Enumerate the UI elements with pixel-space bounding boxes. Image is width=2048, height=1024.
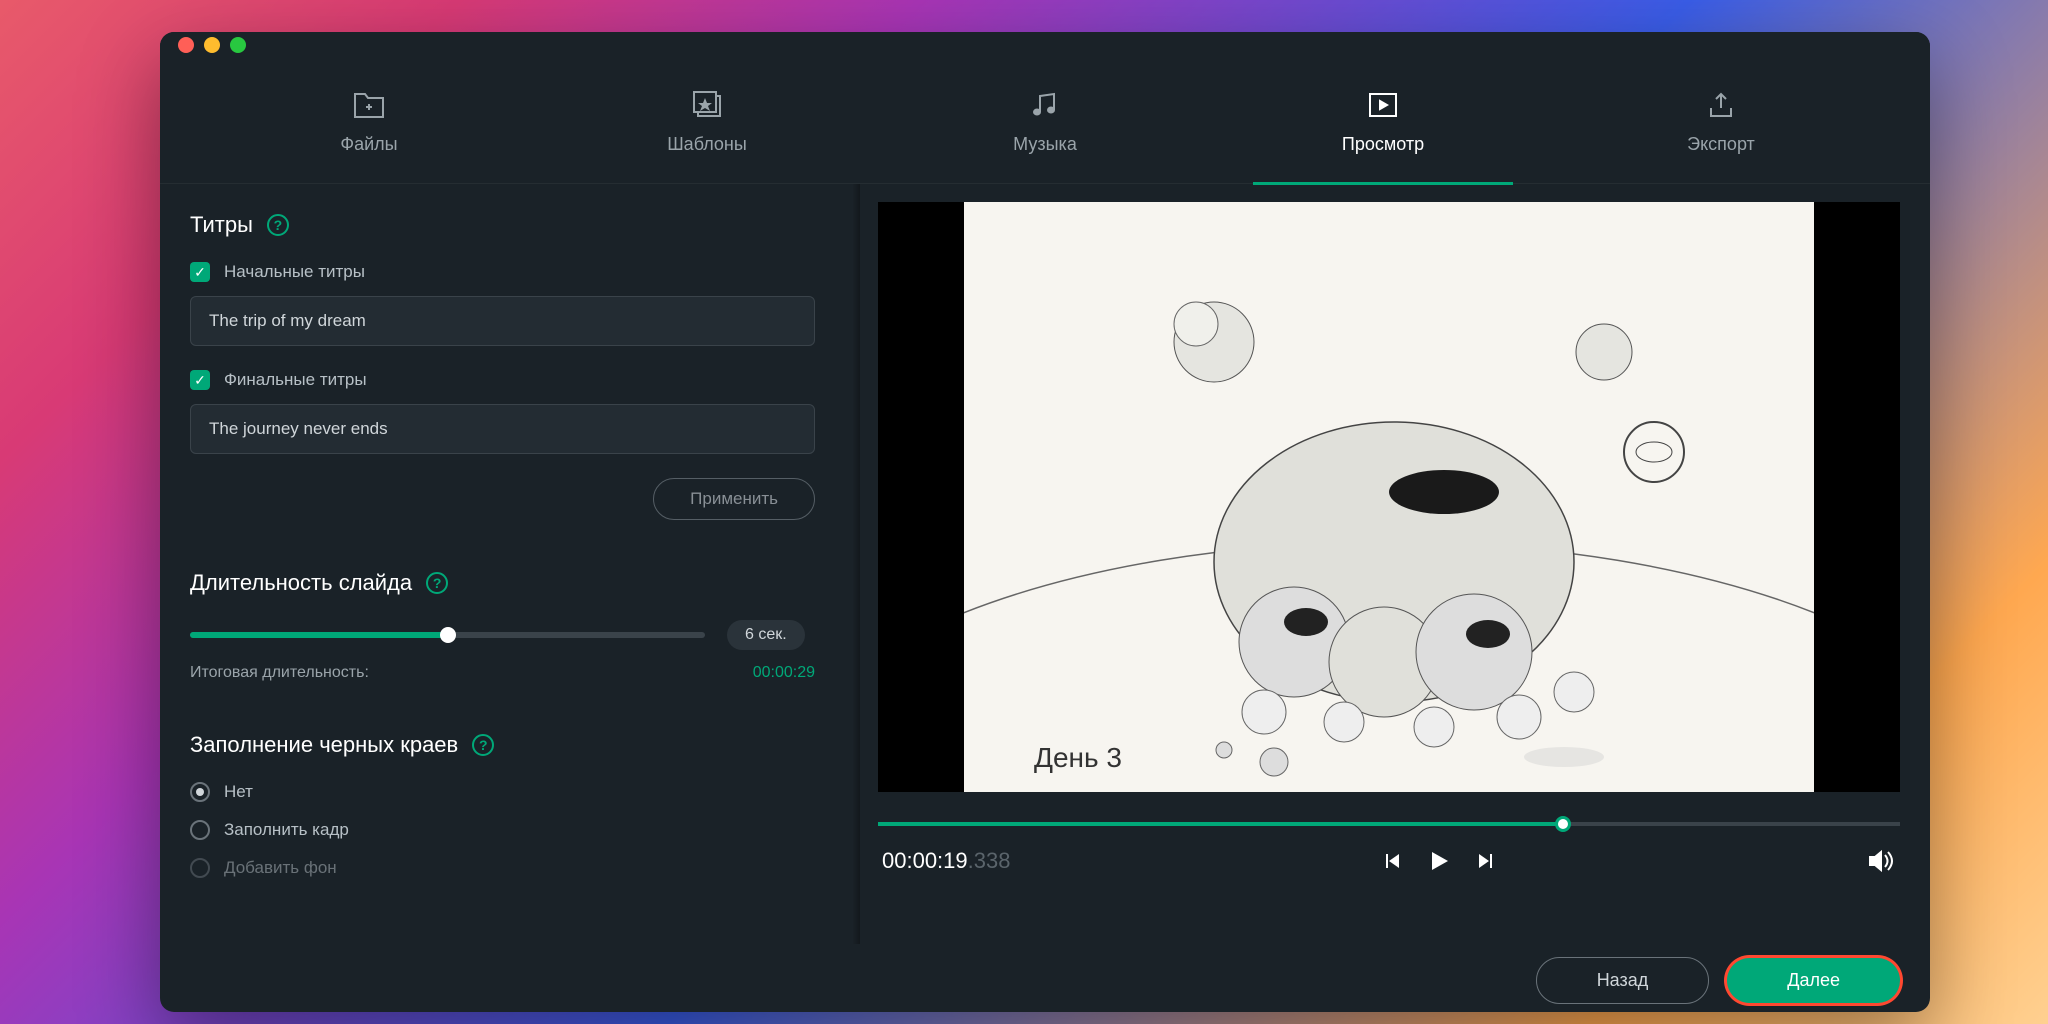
main-tabs: Файлы Шаблоны Музыка Просмотр Экспорт (160, 58, 1930, 184)
files-icon (352, 88, 386, 122)
timecode: 00:00:19.338 (882, 848, 1010, 874)
titlebar (160, 32, 1930, 58)
fill-frame-row[interactable]: Заполнить кадр (190, 820, 830, 840)
help-icon[interactable]: ? (267, 214, 289, 236)
tab-export-label: Экспорт (1687, 134, 1755, 155)
fill-bg-radio[interactable] (190, 858, 210, 878)
titles-header-text: Титры (190, 212, 253, 238)
slider-thumb[interactable] (440, 627, 456, 643)
tab-templates[interactable]: Шаблоны (617, 88, 797, 173)
titles-header: Титры ? (190, 212, 830, 238)
window-minimize-button[interactable] (204, 37, 220, 53)
help-icon[interactable]: ? (472, 734, 494, 756)
apply-button[interactable]: Применить (653, 478, 815, 520)
tab-files-label: Файлы (340, 134, 397, 155)
footer-bar: Назад Далее (160, 948, 1930, 1012)
next-frame-button[interactable] (1473, 851, 1493, 871)
fill-none-radio[interactable] (190, 782, 210, 802)
opening-titles-input[interactable] (190, 296, 815, 346)
tab-music-label: Музыка (1013, 134, 1077, 155)
tab-templates-label: Шаблоны (667, 134, 747, 155)
fill-frame-label: Заполнить кадр (224, 820, 349, 840)
player-controls: 00:00:19.338 (878, 848, 1900, 874)
app-window: Файлы Шаблоны Музыка Просмотр Экспорт (160, 32, 1930, 1012)
closing-titles-row[interactable]: ✓ Финальные титры (190, 370, 830, 390)
tab-music[interactable]: Музыка (955, 88, 1135, 173)
window-close-button[interactable] (178, 37, 194, 53)
progress-bar[interactable] (878, 822, 1900, 826)
closing-titles-input[interactable] (190, 404, 815, 454)
svg-text:День 3: День 3 (1034, 742, 1122, 773)
progress-fill (878, 822, 1563, 826)
fill-bg-label: Добавить фон (224, 858, 337, 878)
closing-titles-label: Финальные титры (224, 370, 367, 390)
left-panel: Титры ? ✓ Начальные титры ✓ Финальные ти… (160, 184, 860, 944)
right-panel: День 3 00:00:19.338 (860, 184, 1930, 944)
tab-preview-label: Просмотр (1342, 134, 1424, 155)
next-button[interactable]: Далее (1727, 958, 1900, 1003)
total-duration-label: Итоговая длительность: (190, 664, 369, 682)
total-duration-value: 00:00:29 (753, 664, 815, 682)
duration-header: Длительность слайда ? (190, 570, 830, 596)
preview-icon (1366, 88, 1400, 122)
video-preview: День 3 (878, 202, 1900, 792)
fill-none-row[interactable]: Нет (190, 782, 830, 802)
closing-titles-checkbox[interactable]: ✓ (190, 370, 210, 390)
prev-frame-button[interactable] (1385, 851, 1405, 871)
opening-titles-label: Начальные титры (224, 262, 365, 282)
content-area: Титры ? ✓ Начальные титры ✓ Финальные ти… (160, 184, 1930, 944)
fill-header-text: Заполнение черных краев (190, 732, 458, 758)
duration-value: 6 сек. (727, 620, 805, 650)
help-icon[interactable]: ? (426, 572, 448, 594)
templates-icon (690, 88, 724, 122)
back-button[interactable]: Назад (1536, 957, 1710, 1004)
fill-bg-row[interactable]: Добавить фон (190, 858, 830, 878)
volume-button[interactable] (1868, 849, 1896, 873)
preview-sketch: День 3 (964, 202, 1814, 792)
tab-export[interactable]: Экспорт (1631, 88, 1811, 173)
export-icon (1704, 88, 1738, 122)
tab-preview[interactable]: Просмотр (1293, 88, 1473, 173)
tab-files[interactable]: Файлы (279, 88, 459, 173)
fill-frame-radio[interactable] (190, 820, 210, 840)
duration-header-text: Длительность слайда (190, 570, 412, 596)
preview-image: День 3 (964, 202, 1814, 792)
duration-slider[interactable] (190, 632, 705, 638)
slider-fill (190, 632, 448, 638)
opening-titles-row[interactable]: ✓ Начальные титры (190, 262, 830, 282)
opening-titles-checkbox[interactable]: ✓ (190, 262, 210, 282)
fill-header: Заполнение черных краев ? (190, 732, 830, 758)
fill-none-label: Нет (224, 782, 253, 802)
progress-thumb[interactable] (1555, 816, 1571, 832)
window-fullscreen-button[interactable] (230, 37, 246, 53)
music-icon (1028, 88, 1062, 122)
play-button[interactable] (1427, 849, 1451, 873)
